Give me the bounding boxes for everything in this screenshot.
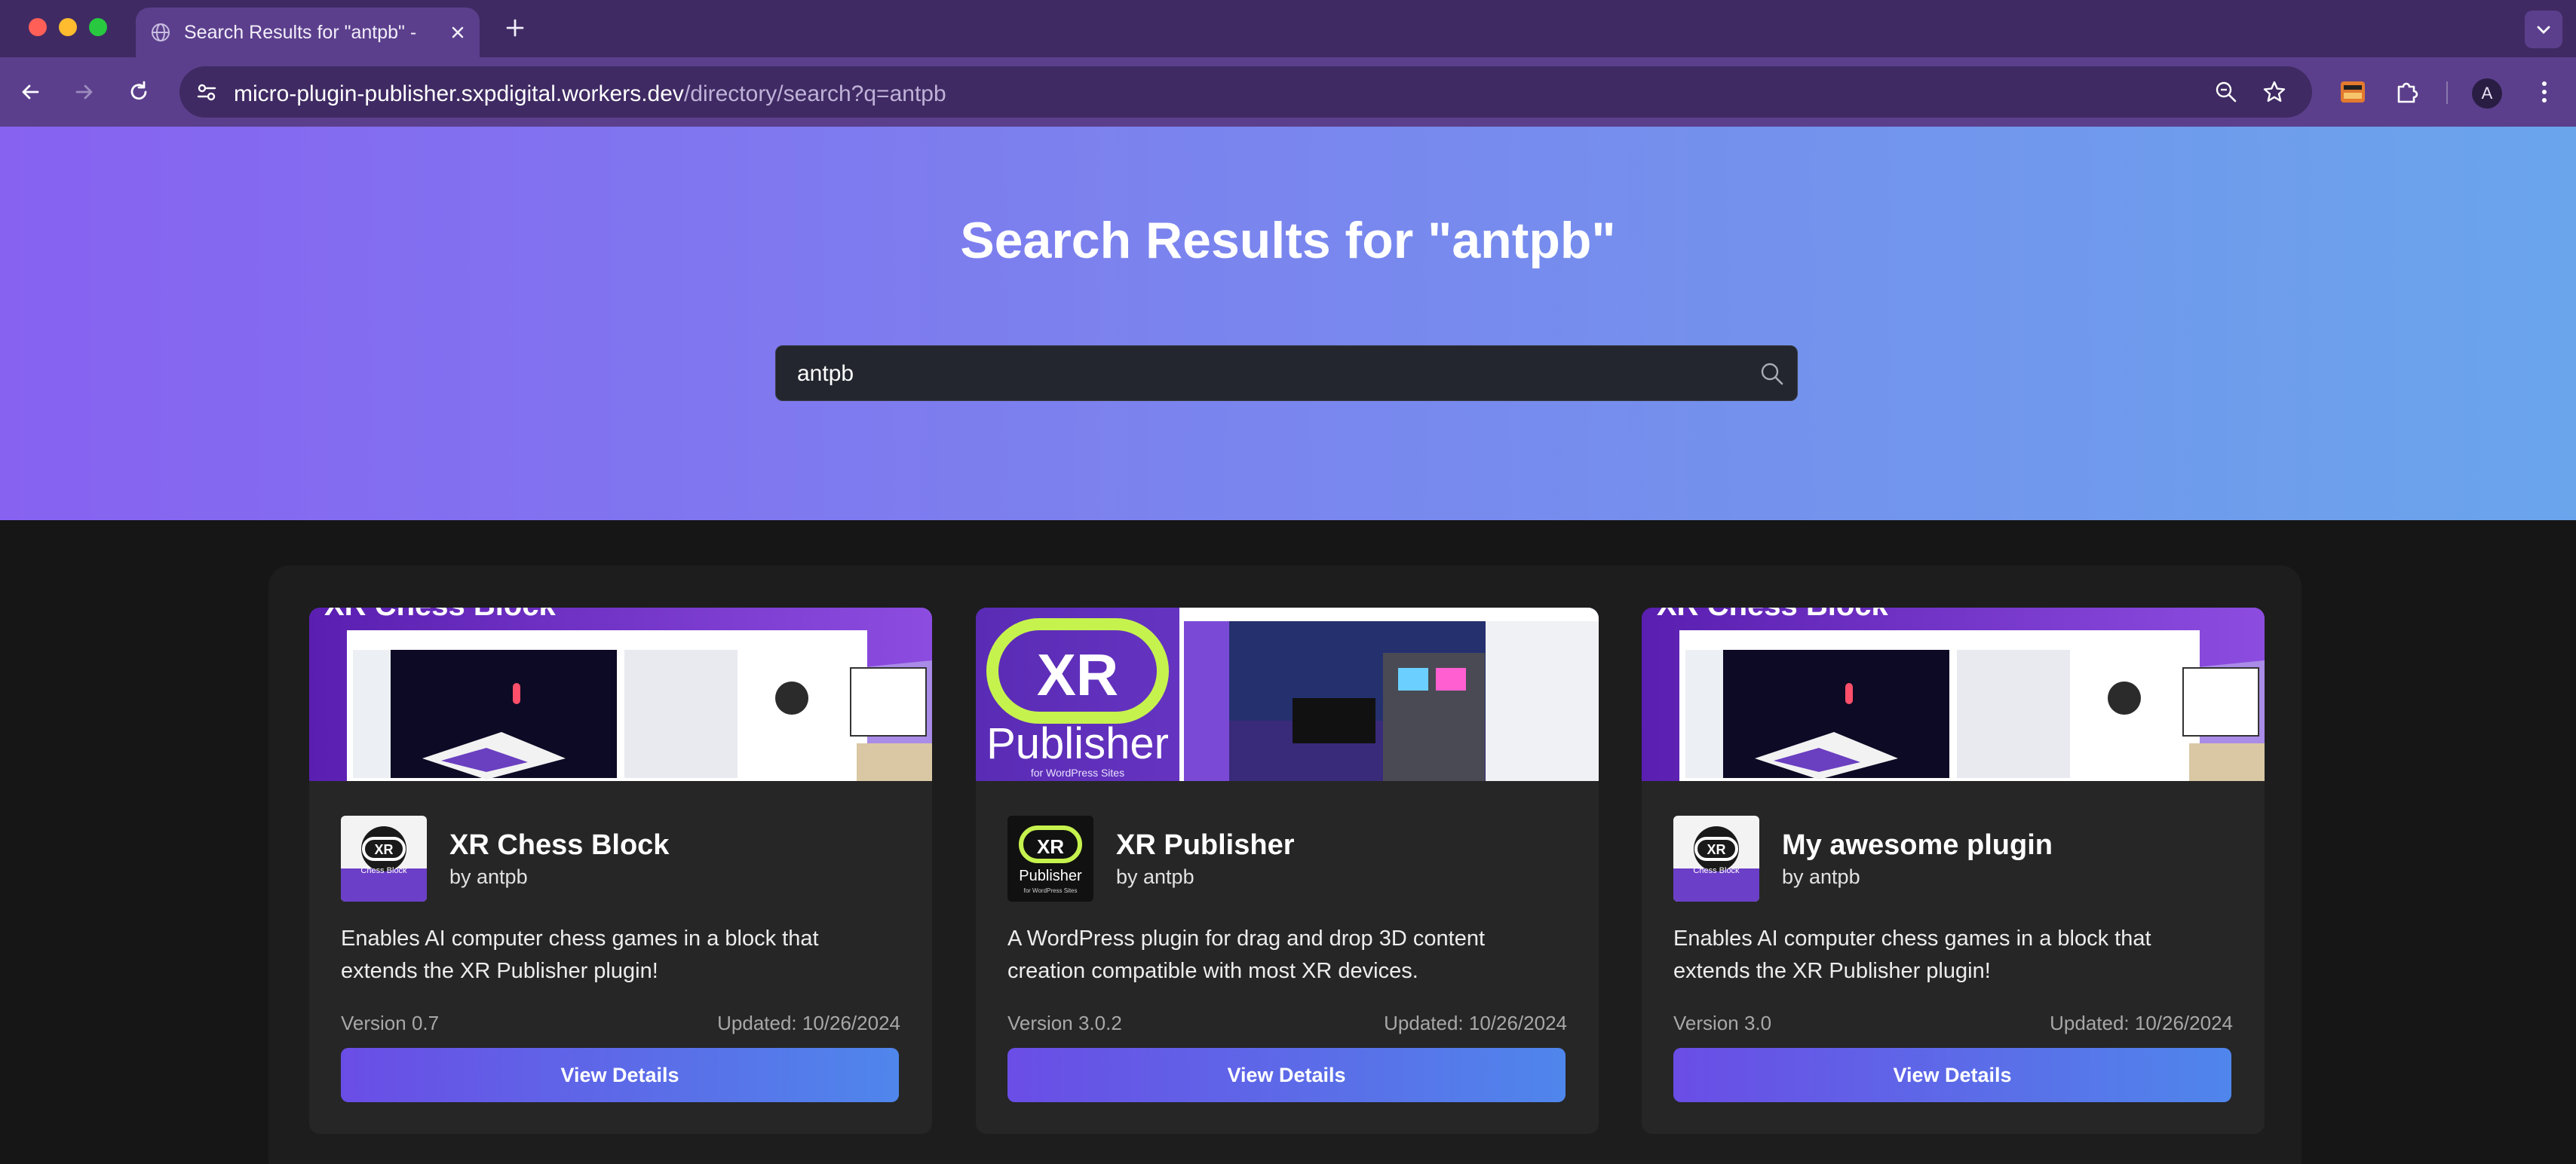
plugin-version: Version 3.0	[1673, 1012, 1772, 1034]
forward-button[interactable]	[68, 75, 101, 109]
plugin-version: Version 0.7	[341, 1012, 440, 1034]
svg-text:XR: XR	[374, 842, 393, 857]
plugin-card: XR Publisher for WordPress Sites XR Publ…	[976, 608, 1599, 1134]
arrow-left-icon	[22, 84, 39, 100]
tab-search-button[interactable]	[2525, 11, 2562, 48]
search-hero: Search Results for "antpb"	[0, 127, 2576, 520]
svg-text:Chess Block: Chess Block	[360, 866, 407, 875]
plugin-logo: XR Publisher for WordPress Sites	[1007, 816, 1093, 902]
extension-icon[interactable]	[2335, 74, 2371, 110]
plugin-logo: XR Chess Block	[341, 816, 427, 902]
svg-text:XR: XR	[1037, 835, 1064, 858]
close-tab-icon[interactable]	[446, 21, 469, 44]
bookmark-star-icon[interactable]	[2261, 78, 2288, 106]
search-icon[interactable]	[1759, 361, 1785, 391]
plugin-description: Enables AI computer chess games in a blo…	[1673, 927, 2151, 983]
active-tab[interactable]: Search Results for "antpb" - Micro Plugi…	[136, 8, 480, 57]
arrow-right-icon	[75, 84, 93, 100]
plugin-name[interactable]: XR Publisher	[1116, 829, 1295, 862]
view-details-button[interactable]: View Details	[1007, 1048, 1566, 1102]
plugin-author: by antpb	[449, 865, 528, 888]
tab-title: Search Results for "antpb" - Micro Plugi…	[184, 22, 422, 43]
plugin-banner-image: XR Chess Block	[1642, 608, 2265, 781]
banner-subtitle-text: for WordPress Sites	[1031, 767, 1124, 779]
banner-title-text: Publisher	[986, 719, 1169, 768]
svg-text:XR: XR	[1707, 842, 1725, 857]
plugin-updated-date: Updated: 10/26/2024	[1384, 1012, 1567, 1034]
toolbar-divider	[2446, 81, 2448, 104]
svg-text:Publisher: Publisher	[1019, 868, 1082, 884]
plugin-description: Enables AI computer chess games in a blo…	[341, 927, 819, 983]
minimize-window-button[interactable]	[59, 18, 77, 36]
search-box	[775, 345, 1798, 401]
svg-text:for WordPress Sites: for WordPress Sites	[1024, 887, 1078, 894]
plugin-description: A WordPress plugin for drag and drop 3D …	[1007, 927, 1486, 983]
browser-tab-bar: Search Results for "antpb" - Micro Plugi…	[0, 0, 2576, 57]
banner-logo-text: XR	[1037, 642, 1118, 708]
plugin-card: XR Chess Block XR Chess Block My awesome…	[1642, 608, 2265, 1134]
close-window-button[interactable]	[29, 18, 47, 36]
plugin-updated-date: Updated: 10/26/2024	[2050, 1012, 2233, 1034]
plugin-name[interactable]: My awesome plugin	[1782, 829, 2053, 862]
plugin-banner-image: XR Publisher for WordPress Sites	[976, 608, 1599, 781]
puzzle-piece-icon[interactable]	[2389, 74, 2425, 110]
profile-avatar[interactable]: A	[2472, 78, 2502, 109]
plugin-author: by antpb	[1116, 865, 1194, 888]
new-tab-button[interactable]	[502, 15, 528, 44]
back-button[interactable]	[14, 75, 47, 109]
plugin-updated-date: Updated: 10/26/2024	[717, 1012, 900, 1034]
svg-text:XR Chess Block: XR Chess Block	[324, 608, 557, 622]
url-path: /directory/search?q=antpb	[683, 81, 946, 106]
view-details-button[interactable]: View Details	[1673, 1048, 2231, 1102]
address-bar[interactable]: micro-plugin-publisher.sxpdigital.worker…	[179, 66, 2312, 118]
svg-text:XR Chess Block: XR Chess Block	[1657, 608, 1889, 622]
globe-icon	[151, 23, 170, 46]
url-text[interactable]: micro-plugin-publisher.sxpdigital.worker…	[234, 81, 946, 107]
page-title: Search Results for "antpb"	[960, 212, 1616, 269]
plugin-card: XR Chess Block XR Chess Block XR Chess B…	[309, 608, 932, 1134]
plugin-banner-image: XR Chess Block	[309, 608, 932, 781]
zoom-icon[interactable]	[2213, 78, 2240, 106]
reload-button[interactable]	[122, 75, 155, 109]
svg-text:Chess Block: Chess Block	[1693, 866, 1740, 875]
plugin-version: Version 3.0.2	[1007, 1012, 1122, 1034]
site-settings-icon[interactable]	[193, 78, 220, 106]
maximize-window-button[interactable]	[89, 18, 107, 36]
browser-toolbar: micro-plugin-publisher.sxpdigital.worker…	[0, 57, 2576, 127]
plugin-logo: XR Chess Block	[1673, 816, 1759, 902]
plugin-name[interactable]: XR Chess Block	[449, 829, 669, 862]
view-details-button[interactable]: View Details	[341, 1048, 899, 1102]
more-menu-icon[interactable]	[2526, 74, 2562, 110]
reload-icon	[130, 81, 147, 100]
chevron-down-icon	[2537, 26, 2550, 34]
plugin-author: by antpb	[1782, 865, 1860, 888]
search-input[interactable]	[797, 360, 1702, 388]
url-host: micro-plugin-publisher.sxpdigital.worker…	[234, 81, 684, 106]
